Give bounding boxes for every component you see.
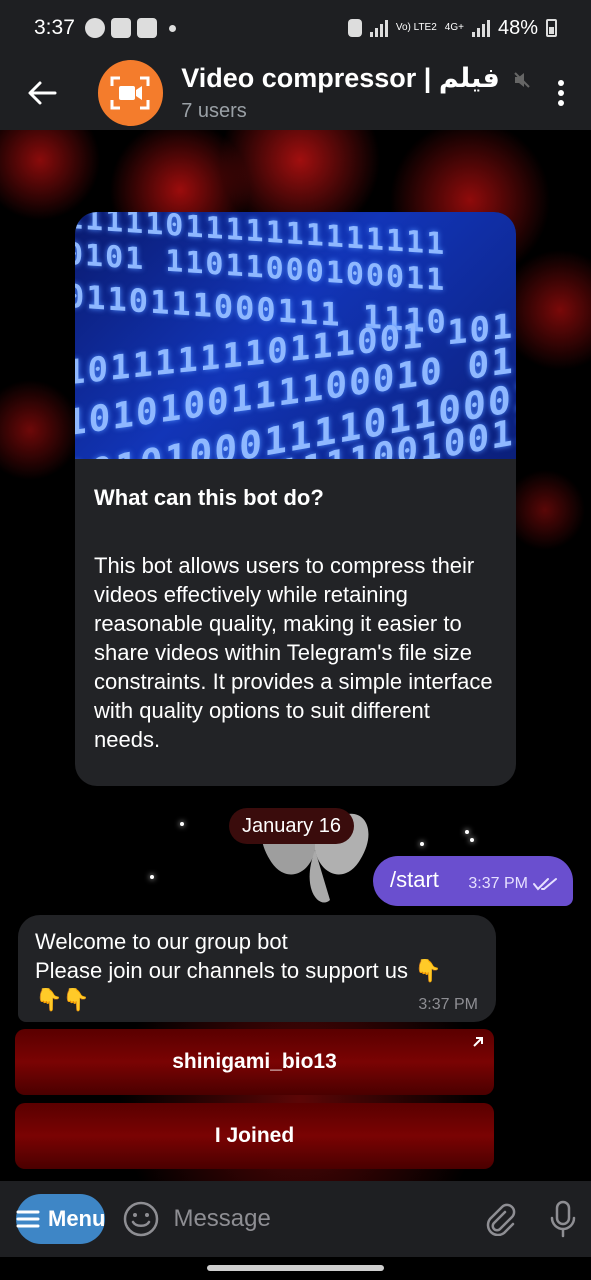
system-nav-bar: [0, 1257, 591, 1280]
message-text: /start: [390, 867, 439, 892]
message-input-bar: Menu: [0, 1181, 591, 1257]
date-separator: January 16: [229, 808, 354, 844]
chat-title-block[interactable]: Video compressor | فيلم 7 users: [181, 63, 531, 123]
video-compress-icon: [110, 76, 150, 110]
status-bar: 3:37 Vo) LTE2 4G+ 48%: [0, 0, 591, 56]
intro-description: This bot allows users to compress their …: [94, 553, 493, 752]
message-line: Welcome to our group bot: [35, 929, 288, 954]
paperclip-icon: [487, 1203, 516, 1236]
outgoing-message[interactable]: /start 3:37 PM: [373, 856, 573, 906]
inline-button-channel[interactable]: shinigami_bio13: [15, 1029, 494, 1095]
inline-button-label: I Joined: [214, 1124, 295, 1147]
arrow-left-icon: [28, 81, 57, 105]
sparkle-decoration: [420, 842, 424, 846]
incoming-message[interactable]: Welcome to our group bot Please join our…: [18, 915, 496, 1022]
gallery-notification-icon: [110, 18, 131, 38]
more-options-button[interactable]: [531, 80, 591, 106]
microphone-icon: [551, 1200, 576, 1238]
chat-subtitle: 7 users: [181, 100, 247, 122]
linkedin-notification-icon: [136, 18, 157, 38]
menu-label: Menu: [48, 1206, 106, 1231]
voice-record-button[interactable]: [549, 1199, 577, 1239]
message-time: 3:37 PM: [418, 996, 478, 1013]
signal-icon-2: [471, 19, 490, 37]
message-line: Please join our channels to support us 👇: [35, 958, 442, 983]
chat-title: Video compressor | فيلم: [181, 63, 500, 93]
home-gesture-handle[interactable]: [207, 1265, 384, 1271]
battery-icon: [546, 19, 557, 37]
butterfly-decoration: [261, 813, 369, 903]
nfc-icon: [347, 19, 362, 37]
battery-percent: 48%: [497, 16, 538, 39]
signal-icon: [369, 19, 388, 37]
back-button[interactable]: [0, 56, 84, 130]
double-check-icon: [533, 878, 557, 891]
chat-avatar[interactable]: [97, 60, 164, 126]
external-link-arrow-icon: [473, 1037, 483, 1047]
binary-code-image: 1111101111111111111 0101 11011000100011 …: [75, 212, 516, 459]
status-time: 3:37: [34, 16, 75, 39]
inline-button-label: shinigami_bio13: [172, 1050, 337, 1073]
vertical-dots-icon: [558, 80, 565, 86]
chat-area[interactable]: 1111101111111111111 0101 11011000100011 …: [0, 130, 591, 1181]
more-notifications-icon: [168, 24, 176, 32]
bot-menu-button[interactable]: Menu: [16, 1194, 106, 1244]
bot-intro-card: 1111101111111111111 0101 11011000100011 …: [75, 212, 516, 786]
attach-button[interactable]: [483, 1199, 517, 1239]
sparkle-decoration: [470, 838, 474, 842]
emoji-button[interactable]: [123, 1200, 159, 1238]
sparkle-decoration: [465, 830, 469, 834]
network-type-label: 4G+: [444, 22, 464, 33]
chat-header: Video compressor | فيلم 7 users: [0, 56, 591, 130]
message-notification-icon: [84, 18, 105, 38]
muted-speaker-icon: [514, 72, 531, 88]
message-input[interactable]: [173, 1205, 484, 1233]
volte-label: Vo) LTE2: [395, 22, 437, 33]
inline-button-joined[interactable]: I Joined: [15, 1103, 494, 1169]
intro-title: What can this bot do?: [94, 485, 324, 510]
hamburger-icon: [16, 1210, 40, 1228]
message-time: 3:37 PM: [468, 875, 528, 892]
sparkle-decoration: [150, 875, 154, 879]
smiley-icon: [124, 1201, 159, 1237]
sparkle-decoration: [180, 822, 184, 826]
